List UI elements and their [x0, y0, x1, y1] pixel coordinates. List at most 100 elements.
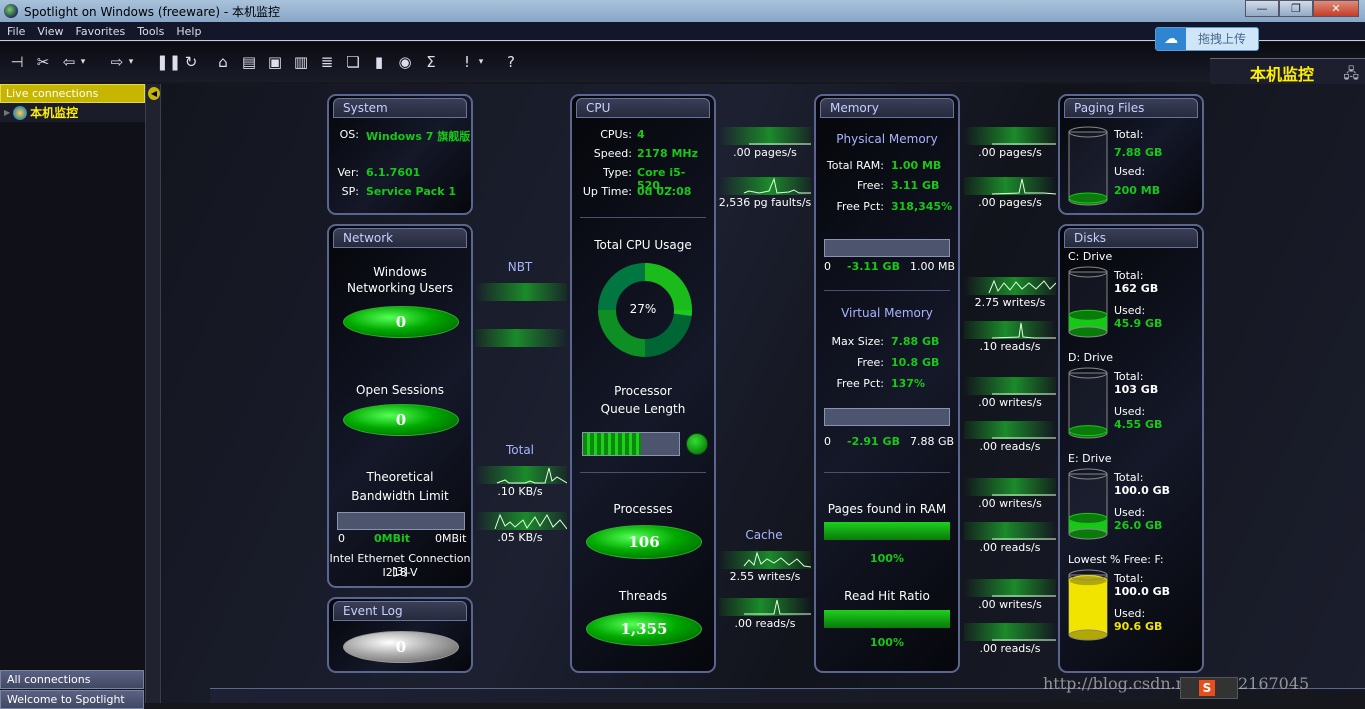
connection-name: 本机监控 [30, 106, 79, 120]
all-connections-button[interactable]: All connections [0, 670, 144, 689]
threads-label: Threads [618, 589, 668, 603]
connection-banner: 本机监控 🖧 [1210, 58, 1365, 84]
total-recv-flow [475, 512, 567, 530]
cpu-faults-flow [719, 177, 811, 195]
system-panel[interactable]: System OS: Windows 7 旗舰版 Ver: 6.1.7601 S… [327, 94, 473, 215]
disconnect-icon[interactable]: ✂ [34, 53, 52, 71]
cpu-faults-rate: 2,536 pg faults/s [718, 196, 812, 209]
physical-min: 0 [824, 260, 831, 273]
sogou-icon: S [1199, 680, 1215, 696]
max-size-label: Max Size: [831, 335, 884, 348]
windows-icon[interactable]: ❏ [344, 53, 362, 71]
screen-icon[interactable]: ▣ [266, 53, 284, 71]
home-icon[interactable]: ⌂ [214, 53, 232, 71]
menu-favorites[interactable]: Favorites [76, 25, 131, 38]
connection-node[interactable]: ▶ 本机监控 [0, 103, 145, 122]
total-ram-label: Total RAM: [826, 159, 884, 172]
disk-total-value: 100.0 GB [1114, 484, 1171, 497]
nbt-send-flow [475, 283, 567, 301]
menu-file[interactable]: File [7, 25, 30, 38]
memory-panel[interactable]: Memory Physical Memory Total RAM: 1.00 M… [814, 94, 960, 673]
disk-write-flow [964, 377, 1056, 395]
bandwidth-current: 0MBit [374, 532, 411, 545]
menu-help[interactable]: Help [176, 25, 206, 38]
disks-panel[interactable]: Disks C: Drive Total: 162 GB Used: 45.9 … [1058, 224, 1204, 673]
disk-read-rate: .00 reads/s [979, 440, 1041, 453]
disk-read-rate: .00 reads/s [979, 642, 1041, 655]
networking-users-value: 0 [343, 306, 459, 338]
sp-label: SP: [341, 185, 359, 198]
paging-cylinder [1068, 126, 1108, 206]
virtual-memory-title: Virtual Memory [841, 306, 933, 320]
pages-found-value: 100% [870, 552, 904, 565]
nbt-label: NBT [507, 260, 533, 274]
collapse-sidebar-icon[interactable]: ◀ [148, 87, 160, 100]
paging-files-panel[interactable]: Paging Files Total: 7.88 GB Used: 200 MB [1058, 94, 1204, 215]
disk-name: Lowest % Free: F: [1068, 553, 1164, 566]
disk-used-label: Used: [1114, 405, 1146, 418]
disk-read-rate: .10 reads/s [979, 340, 1041, 353]
disk-used-label: Used: [1114, 506, 1146, 519]
back-dropdown-icon[interactable]: ▾ [80, 57, 86, 67]
maximize-button[interactable]: ❐ [1279, 0, 1313, 17]
list-icon[interactable]: ▤ [240, 53, 258, 71]
virtual-free-value: 10.8 GB [891, 356, 940, 369]
paging-used-value: 200 MB [1114, 184, 1161, 197]
cloud-icon: ☁ [1156, 28, 1186, 50]
upload-button[interactable]: ☁ 拖拽上传 [1155, 27, 1259, 51]
paging-in-rate: .00 pages/s [978, 196, 1042, 209]
dashboard: System OS: Windows 7 旗舰版 Ver: 6.1.7601 S… [162, 84, 1365, 703]
cpu-pages-flow [719, 127, 811, 145]
disk-write-rate: 2.75 writes/s [974, 296, 1046, 309]
disk-used-value: 90.6 GB [1114, 620, 1163, 633]
os-label: OS: [339, 128, 359, 141]
cache-writes-flow [719, 551, 811, 569]
database-icon[interactable]: ≣ [318, 53, 336, 71]
help-icon[interactable]: ? [502, 53, 520, 71]
alert-dropdown-icon[interactable]: ▾ [478, 57, 484, 67]
disk-total-value: 100.0 GB [1114, 585, 1171, 598]
menu-tools[interactable]: Tools [137, 25, 169, 38]
open-sessions-value: 0 [343, 404, 459, 436]
minimize-button[interactable]: — [1245, 0, 1279, 17]
sidebar-splitter[interactable]: ◀ [145, 84, 161, 703]
divider [580, 217, 706, 218]
bar-chart-icon[interactable]: ▮ [370, 53, 388, 71]
windows-logo-icon [13, 105, 28, 120]
forward-dropdown-icon[interactable]: ▾ [128, 57, 134, 67]
event-log-panel[interactable]: Event Log 0 [327, 597, 473, 673]
title-bar: Spotlight on Windows (freeware) - 本机监控 —… [0, 0, 1365, 22]
os-value: Windows 7 旗舰版 [366, 130, 471, 143]
disk-icon[interactable]: ◉ [396, 53, 414, 71]
menu-view[interactable]: View [37, 25, 68, 38]
chip-icon[interactable]: ▥ [292, 53, 310, 71]
cpu-panel[interactable]: CPU CPUs: 4 Speed: 2178 MHz Type: Core i… [570, 94, 716, 673]
connect-icon[interactable]: ⊣ [8, 53, 26, 71]
window-title: Spotlight on Windows (freeware) - 本机监控 [24, 4, 281, 19]
close-button[interactable]: ✕ [1313, 0, 1359, 17]
total-label: Total [505, 443, 535, 457]
bandwidth-max: 0MBit [435, 532, 467, 545]
bandwidth-label-2: Bandwidth Limit [351, 489, 449, 503]
welcome-button[interactable]: Welcome to Spotlight [0, 690, 144, 709]
alert-icon[interactable]: ! [458, 53, 476, 71]
expand-arrow-icon[interactable]: ▶ [4, 108, 10, 117]
queue-label-1: Processor [614, 384, 672, 398]
bandwidth-bar [337, 512, 465, 530]
event-log-header: Event Log [333, 601, 467, 621]
free-pct-label: Free Pct: [836, 200, 884, 213]
disk-write-rate: .00 writes/s [978, 396, 1042, 409]
live-connections-header[interactable]: Live connections [0, 84, 145, 103]
sigma-icon[interactable]: Σ [422, 53, 440, 71]
uptime-value: 0d 02:08 [637, 185, 692, 198]
refresh-icon[interactable]: ↻ [182, 53, 200, 71]
pause-icon[interactable]: ❚❚ [156, 53, 181, 71]
disk-total-label: Total: [1114, 269, 1144, 282]
speed-value: 2178 MHz [637, 147, 698, 160]
virtual-free-pct-label: Free Pct: [836, 377, 884, 390]
disk-name: E: Drive [1068, 452, 1112, 465]
back-icon[interactable]: ⇦ [60, 53, 78, 71]
network-panel[interactable]: Network Windows Networking Users 0 Open … [327, 224, 473, 588]
forward-icon[interactable]: ⇨ [108, 53, 126, 71]
ime-toolbar[interactable]: S [1180, 677, 1238, 699]
